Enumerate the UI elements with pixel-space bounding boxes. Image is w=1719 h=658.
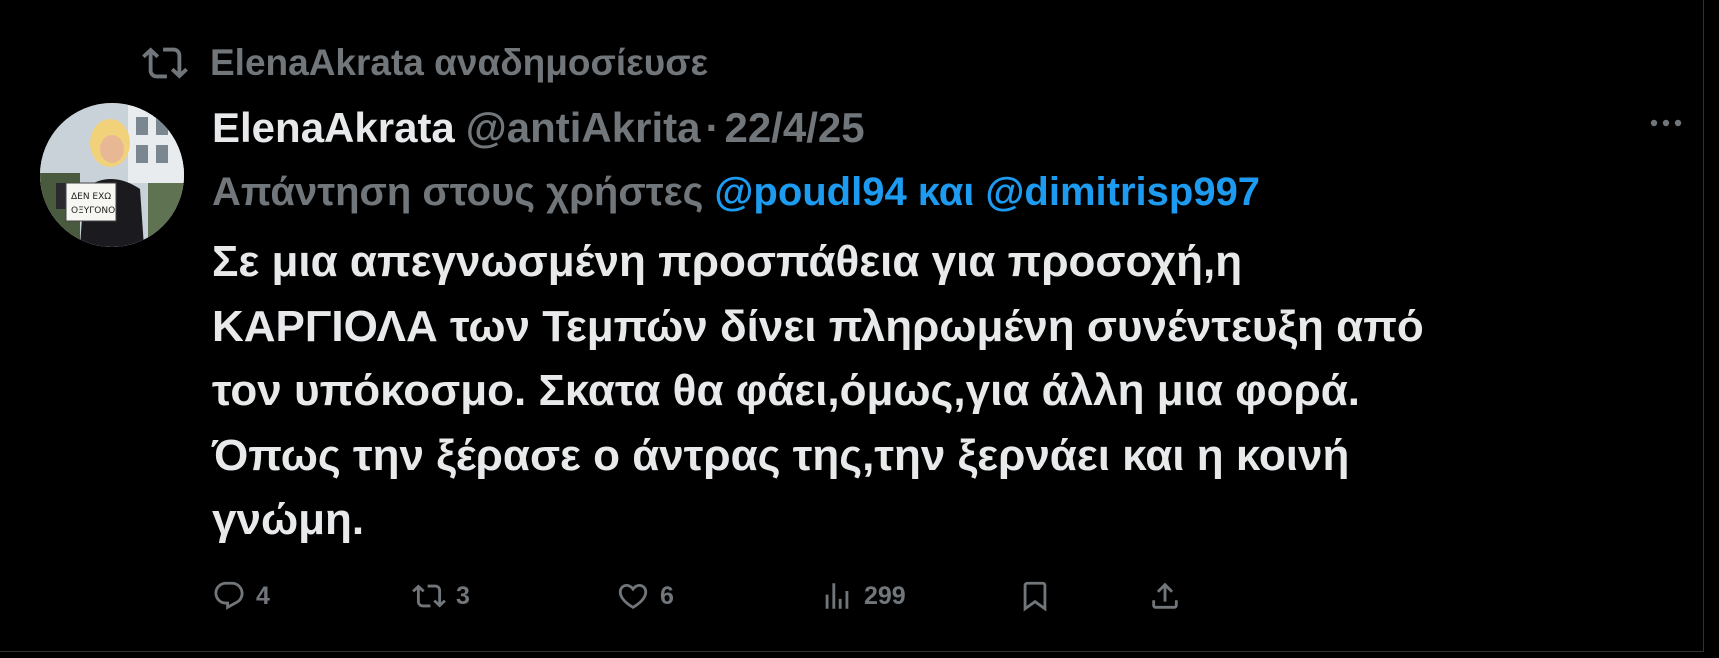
repost-indicator[interactable]: ElenaAkrata αναδημοσίευσε xyxy=(142,38,708,88)
reply-conjunction[interactable]: και xyxy=(918,170,975,215)
views-count: 299 xyxy=(864,581,906,610)
tweet-text-line: ΚΑΡΓΙΟΛΑ των Τεμπών δίνει πληρωμένη συνέ… xyxy=(212,301,1424,351)
avatar-sign-text-2: ΟΞΥΓΟΝΟ xyxy=(71,206,115,216)
views-icon xyxy=(825,583,849,609)
more-button[interactable] xyxy=(1646,108,1686,138)
tweet-date[interactable]: 22/4/25 xyxy=(724,104,864,152)
repost-label: ElenaAkrata αναδημοσίευσε xyxy=(210,42,709,83)
reply-icon xyxy=(214,581,244,610)
repost-icon xyxy=(412,584,446,608)
tweet-text-line: Όπως την ξέρασε ο άντρας της,την ξερνάει… xyxy=(212,430,1350,480)
repost-button[interactable]: 3 xyxy=(412,574,470,618)
share-icon xyxy=(1152,582,1178,609)
author-display-name[interactable]: ElenaAkrata xyxy=(212,104,455,152)
like-button[interactable]: 6 xyxy=(616,574,674,618)
tweet-text-line: Σε μια απεγνωσμένη προσπάθεια για προσοχ… xyxy=(212,237,1243,286)
like-count: 6 xyxy=(660,581,674,610)
avatar-sign-text-1: ΔΕΝ ΕΧΩ xyxy=(71,192,111,202)
tweet-card[interactable]: ElenaAkrata αναδημοσίευσε ΔΕΝ ΕΧΩ ΟΞΥΓΟΝ… xyxy=(0,0,1704,652)
tweet-header: ElenaAkrata @antiAkrita · 22/4/25 xyxy=(212,98,865,158)
reply-context: Απάντηση στους χρήστες @poudl94 και @dim… xyxy=(212,164,1260,220)
header-separator: · xyxy=(705,104,720,151)
mention-link-2[interactable]: @dimitrisp997 xyxy=(985,170,1260,215)
heart-icon xyxy=(618,583,648,609)
tweet-text-line: τον υπόκοσμο. Σκατα θα φάει,όμως,για άλλ… xyxy=(212,366,1360,415)
bookmark-button[interactable] xyxy=(1018,574,1052,618)
tweet-text: Σε μια απεγνωσμένη προσπάθεια για προσοχ… xyxy=(212,230,1692,553)
avatar[interactable]: ΔΕΝ ΕΧΩ ΟΞΥΓΟΝΟ xyxy=(40,103,184,247)
action-bar: 4 3 6 299 xyxy=(212,574,1212,618)
reply-prefix: Απάντηση στους χρήστες xyxy=(212,169,704,214)
tweet-text-line: γνώμη. xyxy=(212,495,365,544)
views-button[interactable]: 299 xyxy=(820,574,906,618)
repost-count: 3 xyxy=(456,581,470,610)
reply-button[interactable]: 4 xyxy=(212,574,270,618)
author-handle[interactable]: @antiAkrita xyxy=(466,104,701,152)
bookmark-icon xyxy=(1023,581,1047,612)
repost-icon xyxy=(142,40,188,86)
mention-link-1[interactable]: @poudl94 xyxy=(714,170,906,215)
share-button[interactable] xyxy=(1148,574,1182,618)
more-icon xyxy=(1650,119,1682,127)
avatar-image: ΔΕΝ ΕΧΩ ΟΞΥΓΟΝΟ xyxy=(40,103,184,247)
reply-count: 4 xyxy=(256,581,270,610)
